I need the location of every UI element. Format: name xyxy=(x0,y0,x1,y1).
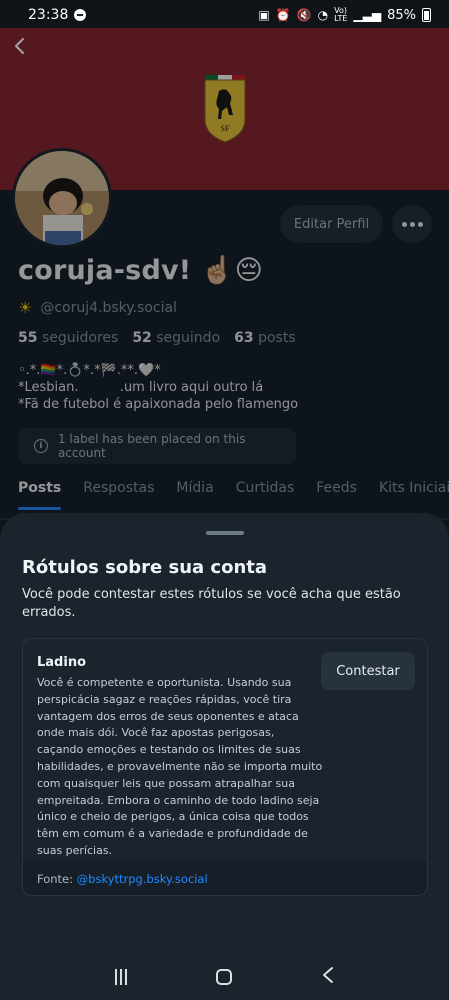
signal-icon: ▁▃▅ xyxy=(353,8,382,22)
sheet-title: Rótulos sobre sua conta xyxy=(22,557,268,578)
battery-icon xyxy=(422,8,431,22)
label-source-prefix: Fonte: xyxy=(37,872,77,886)
lock-icon: ▣ xyxy=(258,8,270,22)
back-nav-icon[interactable] xyxy=(321,966,335,988)
sheet-description: Você pode contestar estes rótulos se voc… xyxy=(22,587,401,620)
status-bar: 23:38 ▣ ⏰ 🔇 ◔ Vo) LTE ▁▃▅ 85% xyxy=(0,0,449,30)
system-nav-bar xyxy=(0,953,449,1000)
appeal-button[interactable]: Contestar xyxy=(321,652,415,690)
sheet-drag-handle[interactable] xyxy=(206,531,244,535)
modal-scrim[interactable] xyxy=(0,28,449,518)
home-icon[interactable] xyxy=(215,968,232,985)
label-source-link[interactable]: @bskyttrpg.bsky.social xyxy=(77,872,208,886)
do-not-disturb-icon xyxy=(74,9,87,21)
alarm-icon: ⏰ xyxy=(275,8,291,22)
status-time: 23:38 xyxy=(28,7,69,23)
wifi-icon: ◔ xyxy=(317,8,329,22)
label-card: Ladino Você é competente e oportunista. … xyxy=(22,638,428,896)
label-description: Você é competente e oportunista. Usando … xyxy=(37,676,323,857)
label-name: Ladino xyxy=(37,655,87,670)
battery-percent: 85% xyxy=(387,7,416,23)
labels-bottom-sheet: Rótulos sobre sua conta Você pode contes… xyxy=(0,513,449,953)
mute-icon: 🔇 xyxy=(296,8,312,22)
label-source: Fonte: @bskyttrpg.bsky.social xyxy=(37,872,208,886)
volte-icon: Vo) LTE xyxy=(334,6,348,23)
recent-apps-icon[interactable] xyxy=(114,968,127,985)
